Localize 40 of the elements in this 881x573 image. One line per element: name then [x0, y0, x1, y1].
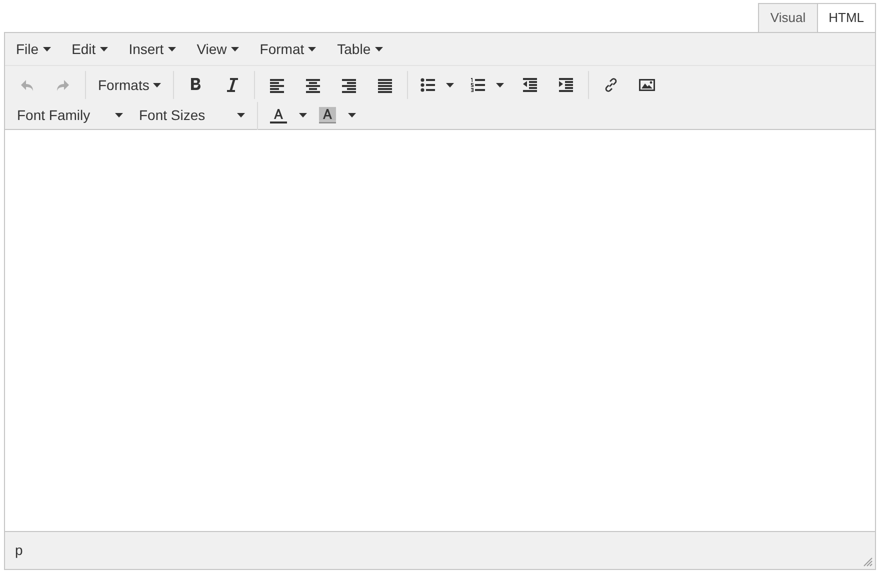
italic-icon [224, 77, 240, 93]
editor-mode-tab[interactable]: HTML [818, 3, 876, 32]
menu-item[interactable]: View [190, 36, 245, 62]
font-select[interactable]: Font Sizes [131, 102, 253, 128]
resize-handle-icon[interactable] [863, 557, 873, 567]
caret-icon [348, 113, 356, 118]
menu-item[interactable]: Table [331, 36, 389, 62]
link-icon [603, 77, 620, 93]
caret-icon [42, 46, 51, 52]
menu-item[interactable]: Insert [122, 36, 182, 62]
align-center-icon [305, 77, 322, 93]
align-left-icon [269, 77, 286, 93]
highlighted-a-icon [319, 107, 336, 124]
formats-dropdown[interactable]: Formats [90, 71, 170, 99]
justify-icon [377, 77, 394, 93]
caret-icon [308, 46, 316, 52]
caret-icon [168, 46, 176, 52]
caret-icon [230, 46, 239, 52]
menu-item[interactable]: File [10, 36, 57, 62]
element-path[interactable]: p [15, 540, 23, 561]
underlined-a-icon [270, 107, 287, 124]
caret-icon [496, 82, 504, 88]
caret-icon [446, 82, 454, 88]
caret-icon [115, 113, 123, 118]
caret-icon [237, 113, 245, 118]
caret-icon [374, 46, 383, 52]
outdent-icon [522, 77, 538, 93]
bullet-list-icon [420, 77, 436, 93]
caret-icon [153, 82, 162, 88]
numbered-list-icon [470, 77, 486, 93]
font-select[interactable]: Font Family [9, 102, 131, 128]
caret-icon [100, 46, 108, 52]
image-icon [639, 77, 656, 93]
indent-icon [558, 77, 574, 93]
caret-icon [299, 113, 307, 118]
redo-icon [55, 77, 71, 93]
editor-mode-tab[interactable]: Visual [758, 3, 818, 32]
menu-item[interactable]: Format [254, 36, 322, 62]
menu-item[interactable]: Edit [66, 36, 114, 62]
align-right-icon [341, 77, 358, 93]
